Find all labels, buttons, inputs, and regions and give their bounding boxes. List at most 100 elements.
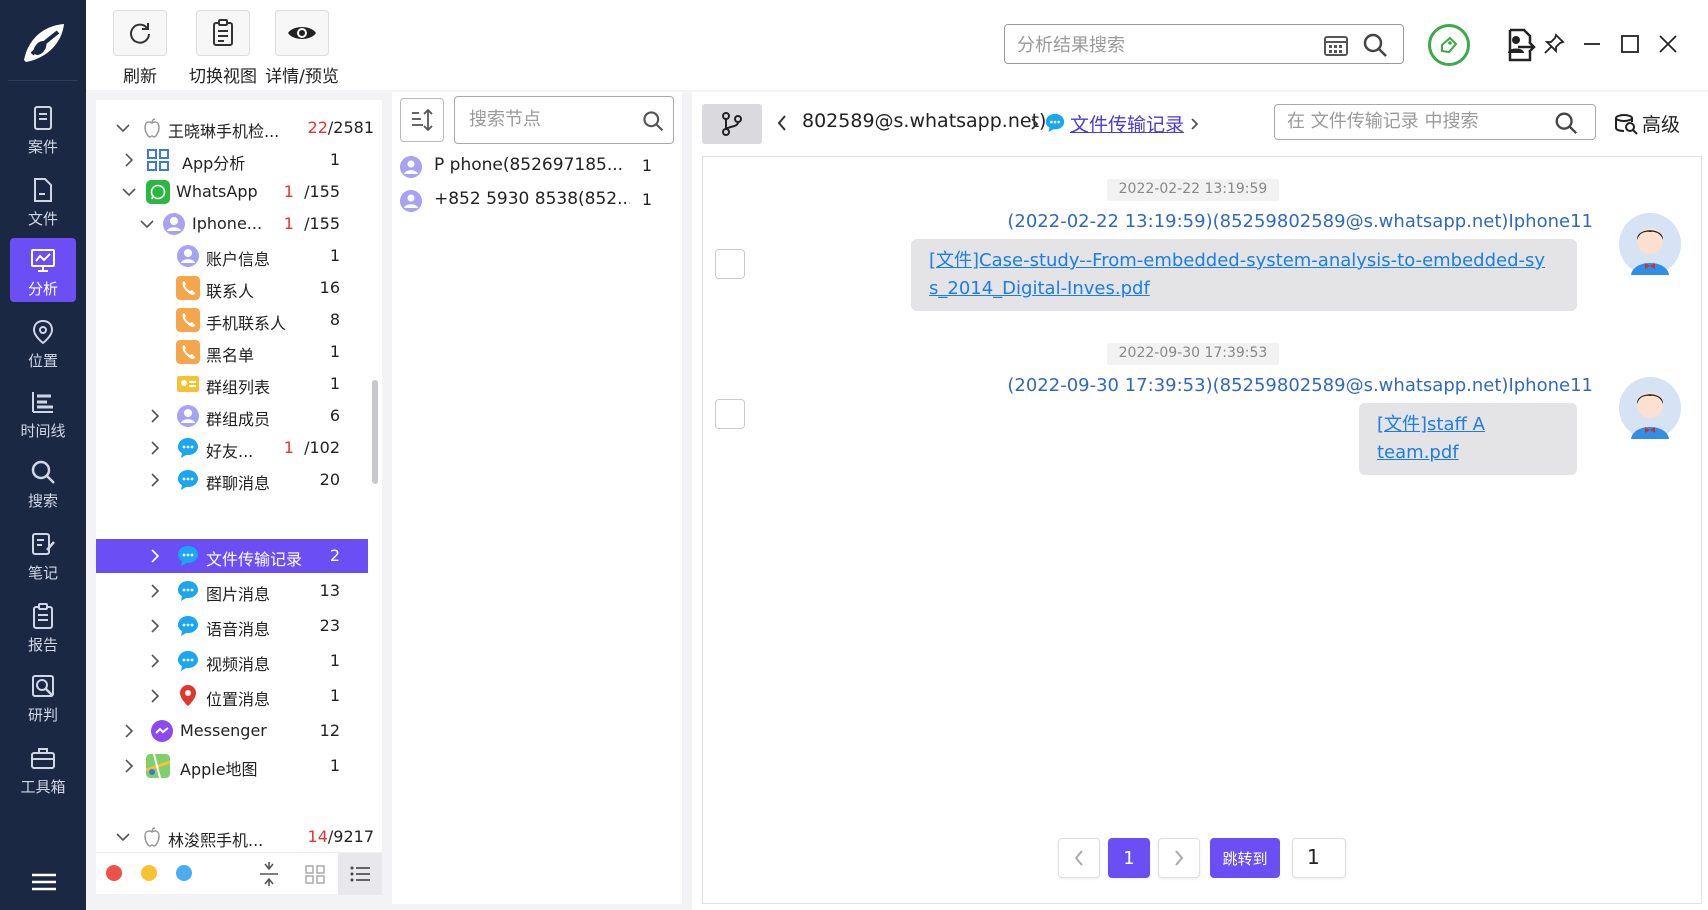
- tree-row-file-transfer[interactable]: 文件传输记录 2: [96, 539, 368, 573]
- nav-item-location[interactable]: 位置: [10, 310, 76, 374]
- tree-row-group-members[interactable]: 群组成员 6: [96, 399, 368, 433]
- chevron-right-icon[interactable]: [1190, 117, 1200, 131]
- chevron-down-icon[interactable]: [116, 121, 130, 135]
- red-tag-dot[interactable]: [106, 865, 122, 881]
- record-search-box[interactable]: [1274, 104, 1596, 140]
- judge-icon: [32, 675, 54, 697]
- breadcrumb-contact[interactable]: 802589@s.whatsapp.net): [802, 110, 1046, 132]
- chevron-right-icon[interactable]: [122, 153, 136, 167]
- nav-item-toolbox[interactable]: 工具箱: [10, 736, 76, 800]
- list-view-button[interactable]: [338, 853, 382, 895]
- tree-label: WhatsApp: [176, 182, 258, 201]
- jump-to-button[interactable]: 跳转到: [1210, 838, 1280, 878]
- nav-item-report[interactable]: 报告: [10, 594, 76, 658]
- calendar-icon[interactable]: [1323, 33, 1349, 57]
- tree-row-location-messages[interactable]: 位置消息 1: [96, 679, 368, 713]
- chevron-right-icon[interactable]: [148, 654, 162, 668]
- chevron-right-icon[interactable]: [122, 724, 136, 738]
- node-item[interactable]: +852 5930 8538(852... 1: [400, 184, 672, 216]
- search-icon[interactable]: [641, 109, 665, 133]
- tree-row-app-analysis[interactable]: App分析 1: [96, 143, 368, 177]
- nav-item-judge[interactable]: 研判: [10, 664, 76, 728]
- breadcrumb-current[interactable]: 文件传输记录: [1070, 110, 1184, 137]
- tree-row-account-info[interactable]: 账户信息 1: [96, 239, 368, 273]
- minimize-icon[interactable]: [1580, 32, 1604, 56]
- user-icon[interactable]: [1504, 32, 1528, 56]
- tree-row-device-1[interactable]: 王晓琳手机检... 22/2581: [96, 111, 374, 145]
- nav-item-analysis[interactable]: 分析: [10, 238, 76, 302]
- chevron-right-icon[interactable]: [122, 759, 136, 773]
- tree-row-iphone-account[interactable]: Iphone... 1 /155: [96, 207, 368, 241]
- branch-button[interactable]: [702, 104, 762, 144]
- node-item[interactable]: P phone(852697185... 1: [400, 150, 672, 182]
- message-checkbox[interactable]: [715, 399, 745, 429]
- tree-count-unread: 22: [307, 118, 328, 137]
- yellow-tag-dot[interactable]: [141, 865, 157, 881]
- record-search-input[interactable]: [1287, 111, 1547, 132]
- chevron-right-icon[interactable]: [148, 619, 162, 633]
- tree-row-device-2[interactable]: 林浚熙手机... 14/9217: [96, 820, 374, 852]
- tree-row-voice-messages[interactable]: 语音消息 23: [96, 609, 368, 643]
- file-link[interactable]: [文件]staff A team.pdf: [1377, 414, 1485, 463]
- file-link[interactable]: [文件]Case-study--From-embedded-system-ana…: [929, 250, 1545, 299]
- collapse-icon[interactable]: [256, 861, 282, 887]
- search-icon[interactable]: [1553, 110, 1579, 136]
- pin-icon[interactable]: [1542, 32, 1566, 56]
- tag-icon: [1441, 36, 1458, 54]
- nav-item-case[interactable]: 案件: [10, 96, 76, 160]
- search-icon[interactable]: [1361, 31, 1389, 59]
- chevron-right-icon[interactable]: [148, 584, 162, 598]
- chevron-down-icon[interactable]: [116, 830, 130, 844]
- page-1-button[interactable]: 1: [1108, 838, 1150, 878]
- node-search-box[interactable]: [454, 96, 674, 144]
- chevron-right-icon[interactable]: [148, 549, 162, 563]
- advanced-search-button[interactable]: 高级: [1614, 110, 1680, 137]
- tree-row-image-messages[interactable]: 图片消息 13: [96, 574, 368, 608]
- tree-row-blacklist[interactable]: 黑名单 1: [96, 335, 368, 369]
- tree-row-whatsapp[interactable]: WhatsApp 1 /155: [96, 175, 368, 209]
- chevron-right-icon[interactable]: [148, 689, 162, 703]
- tree-row-video-messages[interactable]: 视频消息 1: [96, 644, 368, 678]
- analysis-search-input[interactable]: [1017, 33, 1317, 57]
- maximize-icon[interactable]: [1618, 32, 1642, 56]
- tree-count: 1: [329, 150, 340, 169]
- chevron-right-icon[interactable]: [148, 409, 162, 423]
- sort-button[interactable]: [400, 98, 444, 142]
- chevron-down-icon[interactable]: [122, 185, 136, 199]
- chevron-left-icon[interactable]: [776, 114, 788, 132]
- tree-row-group-list[interactable]: 群组列表 1: [96, 367, 368, 401]
- grid-view-icon[interactable]: [302, 861, 328, 887]
- tree-row-apple-maps[interactable]: Apple地图 1: [96, 749, 368, 783]
- node-search-input[interactable]: [469, 109, 629, 130]
- details-preview-button[interactable]: 详情/预览: [252, 8, 352, 88]
- refresh-button[interactable]: 刷新: [108, 8, 172, 88]
- tree-row-friends[interactable]: 好友... 1 /102: [96, 431, 368, 465]
- blue-tag-dot[interactable]: [176, 865, 192, 881]
- nav-item-search[interactable]: 搜索: [10, 450, 76, 514]
- nav-item-notes[interactable]: 笔记: [10, 522, 76, 586]
- nav-item-file[interactable]: 文件: [10, 168, 76, 232]
- nav-item-timeline[interactable]: 时间线: [10, 380, 76, 444]
- tree-label: 群聊消息: [206, 474, 271, 493]
- tree-scrollbar[interactable]: [372, 380, 378, 484]
- chevron-down-icon[interactable]: [140, 217, 154, 231]
- prev-page-button[interactable]: [1058, 838, 1100, 878]
- tree-row-contacts[interactable]: 联系人 16: [96, 271, 368, 305]
- chevron-right-icon[interactable]: [148, 473, 162, 487]
- tree-label: 好友...: [206, 442, 254, 461]
- chevron-right-icon[interactable]: [148, 441, 162, 455]
- message-checkbox[interactable]: [715, 249, 745, 279]
- menu-icon[interactable]: [30, 870, 58, 894]
- analysis-search-box[interactable]: [1004, 24, 1404, 64]
- tree-row-messenger[interactable]: Messenger 12: [96, 714, 368, 748]
- next-page-button[interactable]: [1158, 838, 1200, 878]
- chat-bubble-icon: [1045, 113, 1065, 133]
- eye-icon: [288, 27, 316, 39]
- close-icon[interactable]: [1656, 32, 1680, 56]
- tree-row-phone-contacts[interactable]: 手机联系人 8: [96, 303, 368, 337]
- page-number-input[interactable]: 1: [1292, 838, 1346, 878]
- tag-button[interactable]: [1428, 24, 1470, 66]
- file-link-line-2: s_2014_Digital-Inves.pdf: [929, 278, 1150, 299]
- chat-bubble-icon: [178, 651, 198, 671]
- tree-row-group-messages[interactable]: 群聊消息 20: [96, 463, 368, 497]
